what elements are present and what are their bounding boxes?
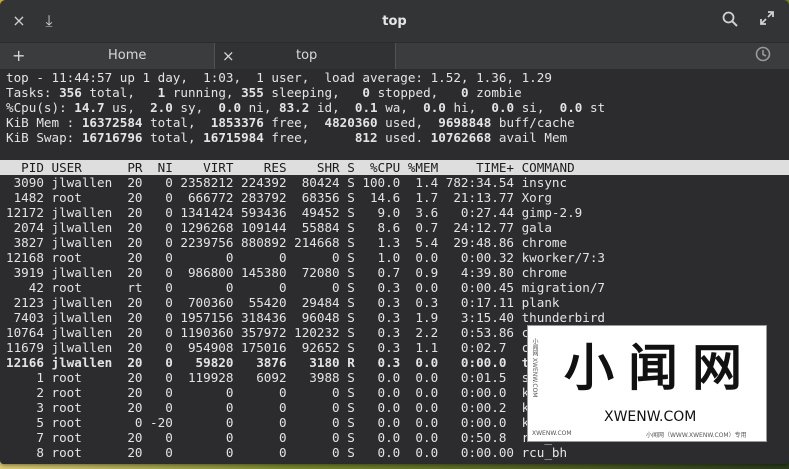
tasks-line: Tasks: 356 total, 1 running, 355 sleepin…: [6, 85, 522, 100]
add-icon[interactable]: +: [12, 43, 25, 69]
table-row[interactable]: 11679 jlwallen 20 0 954908 175016 92652 …: [6, 340, 567, 355]
table-row[interactable]: 7403 jlwallen 20 0 1957156 318436 96048 …: [6, 310, 605, 325]
tab-bar: + Home × top: [0, 42, 789, 70]
window-title: top: [382, 14, 407, 29]
table-row[interactable]: 3827 jlwallen 20 0 2239756 880892 214668…: [6, 235, 568, 250]
table-row[interactable]: 1482 root 20 0 666772 283792 68356 S 14.…: [6, 190, 552, 205]
history-icon[interactable]: [752, 45, 774, 67]
table-row[interactable]: 3090 jlwallen 20 0 2358212 224392 80424 …: [6, 175, 568, 190]
table-header-text: PID USER PR NI VIRT RES SHR S %CPU %MEM …: [6, 160, 575, 175]
close-icon[interactable]: ×: [222, 43, 235, 69]
table-row[interactable]: 42 root rt 0 0 0 0 S 0.3 0.0 0:00.45 mig…: [6, 280, 605, 295]
cpu-line: %Cpu(s): 14.7 us, 2.0 sy, 0.0 ni, 83.2 i…: [6, 100, 606, 115]
table-row[interactable]: 7 root 20 0 0 0 0 S 0.0 0.0 0:50.8 rcu_s…: [6, 430, 590, 445]
table-row[interactable]: 5 root 0 -20 0 0 0 S 0.0 0.0 0:00.0 kwor…: [6, 415, 612, 430]
swap-line: KiB Swap: 16716796 total, 16715984 free,…: [6, 130, 568, 145]
watermark-side-text: 小闻网 XWENW.COM: [531, 338, 538, 398]
search-icon[interactable]: [719, 10, 741, 32]
table-row[interactable]: 2123 jlwallen 20 0 700360 55420 29484 S …: [6, 295, 560, 310]
tab-home[interactable]: + Home: [0, 43, 214, 69]
process-table-header: PID USER PR NI VIRT RES SHR S %CPU %MEM …: [0, 160, 789, 175]
fullscreen-icon[interactable]: [756, 10, 778, 32]
table-row[interactable]: 1 root 20 0 119928 6092 3988 S 0.0 0.0 0…: [6, 370, 574, 385]
table-row[interactable]: 10764 jlwallen 20 0 1190360 357972 12023…: [6, 325, 567, 340]
watermark-title: 小闻网: [564, 339, 756, 397]
download-icon[interactable]: ⤓: [38, 10, 60, 32]
tab-top-label: top: [296, 48, 318, 63]
table-row[interactable]: 12168 root 20 0 0 0 0 S 1.0 0.0 0:00.32 …: [6, 250, 605, 265]
table-row[interactable]: 3 root 20 0 0 0 0 S 0.0 0.0 0:00.2 ksoft…: [6, 400, 605, 415]
tab-home-label: Home: [108, 48, 147, 63]
mem-line: KiB Mem : 16372584 total, 1853376 free, …: [6, 115, 575, 130]
table-row-current[interactable]: 12166 jlwallen 20 0 59820 3876 3180 R 0.…: [6, 355, 544, 370]
table-row[interactable]: 12172 jlwallen 20 0 1341424 593436 49452…: [6, 205, 582, 220]
table-row[interactable]: 2 root 20 0 0 0 0 S 0.0 0.0 0:00.0 kthre…: [6, 385, 582, 400]
watermark-logo: 小闻网 XWENW.COM 小闻网 XWENW.COM XWENW.COM 小闻…: [527, 325, 767, 442]
table-row[interactable]: 8 root 20 0 0 0 0 S 0.0 0.0 0:00.00 rcu_…: [6, 445, 567, 460]
titlebar: × ⤓ top: [0, 0, 789, 42]
tab-divider: [395, 43, 396, 69]
watermark-url: XWENW.COM: [604, 409, 697, 425]
close-icon[interactable]: ×: [8, 10, 30, 32]
tab-top[interactable]: × top: [215, 43, 395, 69]
watermark-small-right: 小闻网（WWW.XWENW.COM）专用: [646, 432, 747, 439]
table-row[interactable]: 2074 jlwallen 20 0 1296268 109144 55884 …: [6, 220, 552, 235]
watermark-small-left: XWENW.COM: [532, 430, 572, 437]
uptime-line: top - 11:44:57 up 1 day, 1:03, 1 user, l…: [6, 70, 552, 85]
table-row[interactable]: 3919 jlwallen 20 0 986800 145380 72080 S…: [6, 265, 568, 280]
